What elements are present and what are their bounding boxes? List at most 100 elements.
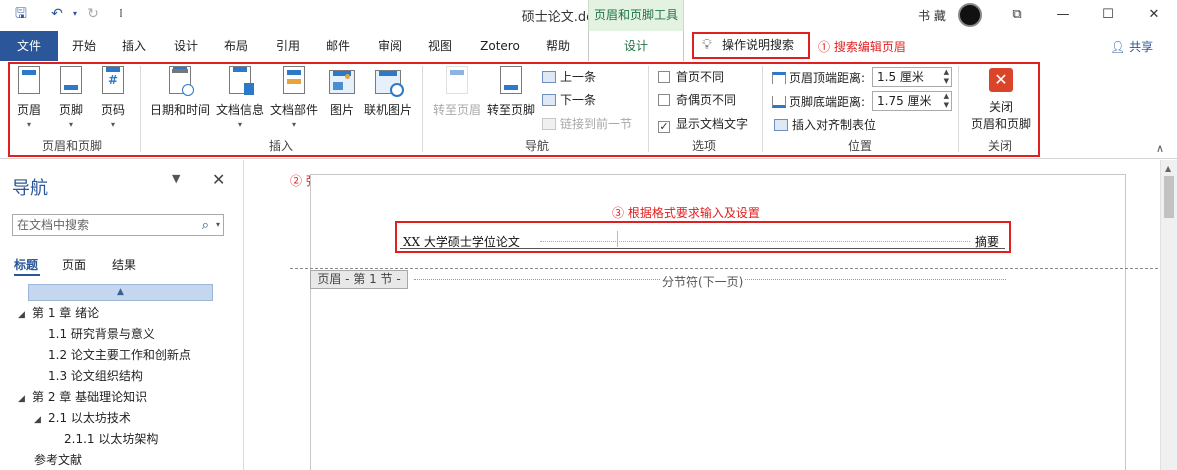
- header-button[interactable]: 页眉 ▾: [12, 66, 46, 130]
- header-from-top-text: 页眉顶端距离:: [789, 71, 866, 85]
- group-label-navigation: 导航: [524, 139, 549, 153]
- minimize-icon[interactable]: —: [1052, 4, 1074, 26]
- nav-heading-item[interactable]: ◢ 2.1 以太坊技术: [34, 409, 131, 426]
- nav-heading-item[interactable]: ◢ 第 1 章 绪论: [18, 304, 99, 321]
- avatar[interactable]: [958, 3, 982, 27]
- next-button[interactable]: 下一条: [542, 91, 596, 108]
- redo-icon[interactable]: ↻: [84, 5, 102, 23]
- nav-heading-text: 2.1.1 以太坊架构: [64, 432, 159, 446]
- nav-heading-item[interactable]: 参考文献: [34, 451, 82, 468]
- show-document-text-label: 显示文档文字: [676, 117, 749, 131]
- checkbox-box: [658, 94, 670, 106]
- goto-footer-button[interactable]: 转至页脚: [484, 66, 538, 130]
- tab-view[interactable]: 视图: [420, 31, 460, 61]
- user-name[interactable]: 书 藏: [918, 7, 946, 24]
- spin-arrows-icon[interactable]: ▲ ▼: [944, 92, 949, 110]
- chevron-down-icon[interactable]: ▾: [216, 215, 220, 235]
- nav-heading-item[interactable]: 1.1 研究背景与意义: [34, 325, 155, 342]
- nav-heading-item[interactable]: 1.3 论文组织结构: [34, 367, 143, 384]
- contextual-tab-group: 页眉和页脚工具: [588, 0, 684, 31]
- annotation-3: ③ 根据格式要求输入及设置: [612, 206, 760, 220]
- undo-dropdown-icon[interactable]: ▾: [66, 5, 84, 23]
- online-picture-button[interactable]: 联机图片: [362, 66, 414, 130]
- nav-tab-pages[interactable]: 页面: [62, 256, 86, 273]
- different-first-page-checkbox[interactable]: 首页不同: [658, 68, 724, 85]
- picture-button[interactable]: 图片: [324, 66, 360, 130]
- spin-arrows-icon[interactable]: ▲ ▼: [944, 68, 949, 86]
- share-button[interactable]: 👤︎ 共享: [1110, 38, 1153, 55]
- header-highlight-box: [395, 221, 1011, 253]
- nav-heading-text: 1.2 论文主要工作和创新点: [48, 348, 191, 362]
- search-icon[interactable]: ⌕: [202, 216, 209, 236]
- doc-parts-label: 文档部件: [269, 103, 318, 117]
- doc-parts-button[interactable]: 文档部件 ▾: [268, 66, 320, 130]
- tab-design[interactable]: 设计: [166, 31, 206, 61]
- nav-pane-close-icon[interactable]: ✕: [212, 170, 225, 189]
- nav-heading-text: 参考文献: [34, 453, 83, 467]
- nav-pane-title: 导航: [12, 178, 48, 199]
- header-from-top-input[interactable]: 1.5 厘米 ▲ ▼: [872, 67, 952, 87]
- collapse-ribbon-icon[interactable]: ∧: [1156, 142, 1164, 155]
- chevron-down-icon: ▾: [26, 120, 31, 129]
- chevron-down-icon: ▾: [291, 120, 296, 129]
- scroll-thumb[interactable]: [1164, 176, 1174, 218]
- nav-tab-results[interactable]: 结果: [112, 256, 136, 273]
- different-odd-even-label: 奇偶页不同: [676, 93, 737, 107]
- tab-insert[interactable]: 插入: [114, 31, 154, 61]
- tab-header-footer-design[interactable]: 设计: [588, 31, 684, 62]
- nav-search-input[interactable]: 在文档中搜索 ⌕ ▾: [12, 214, 224, 236]
- close-icon[interactable]: ✕: [1143, 4, 1165, 26]
- show-document-text-checkbox[interactable]: ✓ 显示文档文字: [658, 115, 748, 133]
- doc-info-button[interactable]: 文档信息 ▾: [214, 66, 266, 130]
- page-number-button[interactable]: # 页码 ▾: [96, 66, 130, 130]
- link-previous-button[interactable]: 链接到前一节: [542, 115, 632, 132]
- goto-footer-label: 转至页脚: [486, 103, 535, 117]
- maximize-icon[interactable]: ☐: [1097, 4, 1119, 26]
- group-separator: [422, 66, 423, 152]
- checkbox-box: ✓: [658, 120, 670, 133]
- footer-button[interactable]: 页脚 ▾: [54, 66, 88, 130]
- scroll-up-icon[interactable]: ▲: [1165, 164, 1171, 173]
- date-time-button[interactable]: 日期和时间: [148, 66, 212, 130]
- footer-icon: [58, 66, 84, 96]
- navigation-pane: 导航 ▼ ✕ 在文档中搜索 ⌕ ▾ 标题 页面 结果 ▲ ◢ 第 1 章 绪论 1.…: [0, 160, 244, 470]
- tab-home[interactable]: 开始: [64, 31, 104, 61]
- ribbon-display-options-icon[interactable]: ⧉: [1006, 4, 1028, 26]
- tab-mailings[interactable]: 邮件: [318, 31, 358, 61]
- header-from-top-value: 1.5 厘米: [877, 70, 924, 84]
- next-icon: [542, 94, 556, 106]
- different-odd-even-checkbox[interactable]: 奇偶页不同: [658, 91, 736, 108]
- footer-position-icon: [772, 96, 786, 108]
- expand-collapse-icon[interactable]: ◢: [34, 415, 48, 425]
- nav-scroll-up-button[interactable]: ▲: [28, 284, 213, 301]
- footer-from-bottom-input[interactable]: 1.75 厘米 ▲ ▼: [872, 91, 952, 111]
- nav-tab-headings[interactable]: 标题: [14, 256, 38, 273]
- person-icon: 👤︎: [1110, 40, 1126, 54]
- nav-heading-item[interactable]: 2.1.1 以太坊架构: [50, 430, 158, 447]
- previous-button[interactable]: 上一条: [542, 68, 596, 85]
- chevron-down-icon: ▾: [110, 120, 115, 129]
- goto-header-button[interactable]: 转至页眉: [430, 66, 484, 130]
- link-icon: [542, 118, 556, 130]
- tell-me-search[interactable]: 💡︎ 操作说明搜索: [692, 32, 810, 59]
- group-label-options: 选项: [691, 139, 716, 153]
- tab-review[interactable]: 审阅: [370, 31, 410, 61]
- expand-collapse-icon[interactable]: ◢: [18, 394, 32, 404]
- nav-heading-item[interactable]: 1.2 论文主要工作和创新点: [34, 346, 191, 363]
- undo-icon[interactable]: ↶: [48, 5, 66, 23]
- tab-zotero[interactable]: Zotero: [472, 31, 528, 61]
- nav-pane-options-icon[interactable]: ▼: [172, 172, 180, 185]
- expand-collapse-icon[interactable]: ◢: [18, 310, 32, 320]
- tab-file[interactable]: 文件: [0, 31, 58, 61]
- calendar-icon: [167, 66, 194, 96]
- nav-heading-item[interactable]: ◢ 第 2 章 基础理论知识: [18, 388, 147, 405]
- insert-alignment-tab-button[interactable]: 插入对齐制表位: [774, 116, 876, 133]
- customize-qat-icon[interactable]: ⫿: [112, 5, 130, 23]
- tab-references[interactable]: 引用: [268, 31, 308, 61]
- save-icon[interactable]: 🖫: [12, 5, 30, 23]
- annotation-1: ① 搜索编辑页眉: [818, 40, 906, 54]
- vertical-scrollbar[interactable]: ▲: [1160, 160, 1177, 470]
- tab-help[interactable]: 帮助: [536, 31, 580, 61]
- tab-layout[interactable]: 布局: [216, 31, 256, 61]
- close-header-footer-button[interactable]: ✕ 关闭 页眉和页脚: [966, 68, 1036, 132]
